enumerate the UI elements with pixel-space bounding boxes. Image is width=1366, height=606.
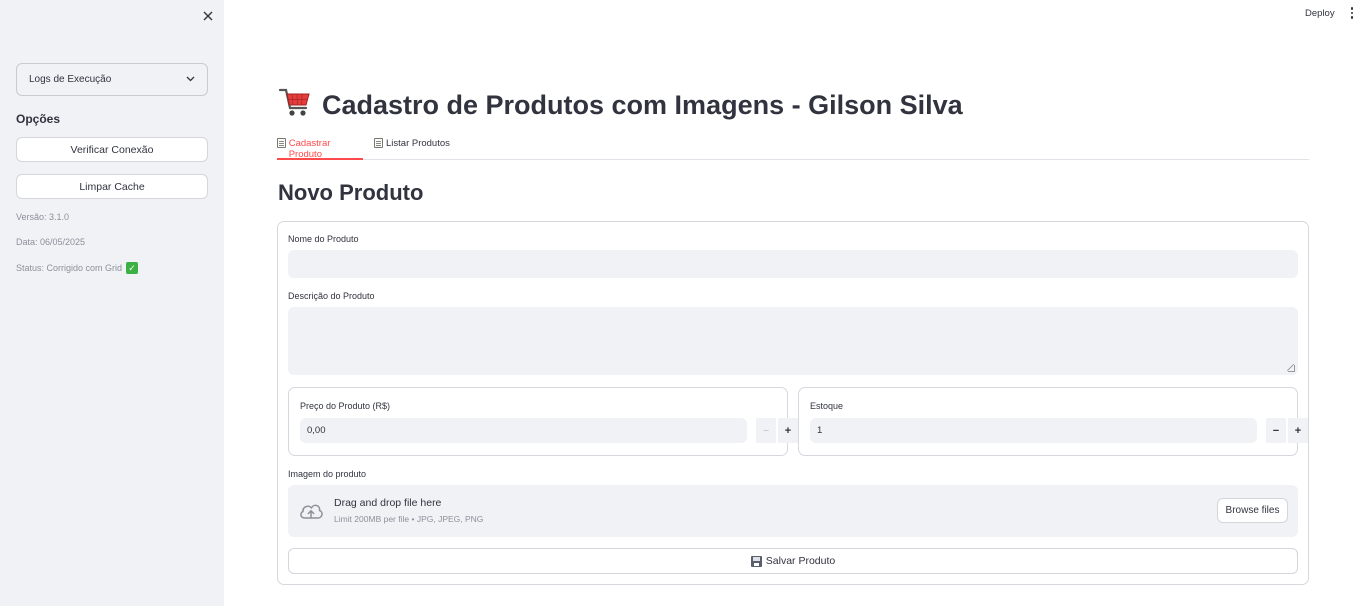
browse-files-button[interactable]: Browse files: [1217, 498, 1288, 523]
page-title: Cadastro de Produtos com Imagens - Gilso…: [278, 86, 963, 125]
section-title: Novo Produto: [278, 180, 424, 205]
tab-label: Listar Produtos: [386, 138, 450, 149]
price-increment-button[interactable]: +: [778, 418, 798, 443]
shopping-cart-icon: [278, 86, 312, 125]
main-menu-icon[interactable]: [1346, 6, 1358, 20]
memo-icon: [277, 138, 286, 148]
options-heading: Opções: [16, 112, 61, 126]
close-sidebar-icon[interactable]: [199, 7, 217, 25]
deploy-button[interactable]: Deploy: [1305, 8, 1335, 19]
stock-box: Estoque 1 − +: [798, 387, 1308, 456]
stock-increment-button[interactable]: +: [1288, 418, 1308, 443]
stock-decrement-button[interactable]: −: [1266, 418, 1286, 443]
name-label: Nome do Produto: [288, 234, 359, 244]
date-text: Data: 06/05/2025: [16, 237, 85, 247]
logs-select[interactable]: Logs de Execução: [16, 63, 208, 96]
price-label: Preço do Produto (R$): [300, 401, 391, 411]
verify-connection-button[interactable]: Verificar Conexão: [16, 137, 208, 162]
dropzone-instructions: Drag and drop file here: [334, 497, 442, 509]
chevron-down-icon: [186, 74, 195, 85]
product-name-input[interactable]: [288, 250, 1298, 278]
clipboard-icon: [374, 138, 383, 148]
price-box: Preço do Produto (R$) 0,00 − +: [288, 387, 798, 456]
floppy-disk-icon: [750, 555, 762, 567]
version-label: Versão: 3.1.0: [16, 212, 70, 222]
product-form: Nome do Produto Descrição do Produto Pre…: [277, 221, 1309, 585]
status-label: Status: Corrigido com Grid: [16, 263, 123, 273]
date-label: Data: 06/05/2025: [16, 237, 86, 247]
description-label: Descrição do Produto: [288, 291, 375, 301]
version-text: Versão: 3.1.0: [16, 212, 69, 222]
save-product-button[interactable]: Salvar Produto: [288, 548, 1298, 574]
price-decrement-button[interactable]: −: [756, 418, 776, 443]
file-dropzone[interactable]: Drag and drop file here Limit 200MB per …: [288, 485, 1298, 537]
tab-listar-produtos[interactable]: Listar Produtos: [374, 138, 450, 160]
product-description-textarea[interactable]: [288, 307, 1298, 375]
tab-cadastrar-produto[interactable]: Cadastrar Produto: [277, 138, 363, 160]
stock-input[interactable]: 1: [810, 418, 1257, 443]
cloud-upload-icon: [298, 500, 324, 522]
tab-bar: Cadastrar Produto Listar Produtos: [277, 133, 1309, 160]
stock-label: Estoque: [810, 401, 844, 411]
dropzone-limits: Limit 200MB per file • JPG, JPEG, PNG: [334, 514, 484, 524]
tab-label: Cadastrar Produto: [288, 138, 331, 160]
logs-select-value: Logs de Execução: [29, 74, 112, 85]
check-mark-icon: ✓: [126, 262, 139, 274]
sidebar: Logs de Execução Opções Verificar Conexã…: [0, 0, 224, 606]
price-input[interactable]: 0,00: [300, 418, 747, 443]
resize-handle-icon[interactable]: [1288, 365, 1295, 372]
page-title-text: Cadastro de Produtos com Imagens - Gilso…: [322, 90, 963, 120]
status-text: Status: Corrigido com Grid ✓: [16, 262, 139, 274]
save-product-label: Salvar Produto: [765, 555, 836, 567]
image-label: Imagem do produto: [288, 469, 367, 479]
clear-cache-button[interactable]: Limpar Cache: [16, 174, 208, 199]
